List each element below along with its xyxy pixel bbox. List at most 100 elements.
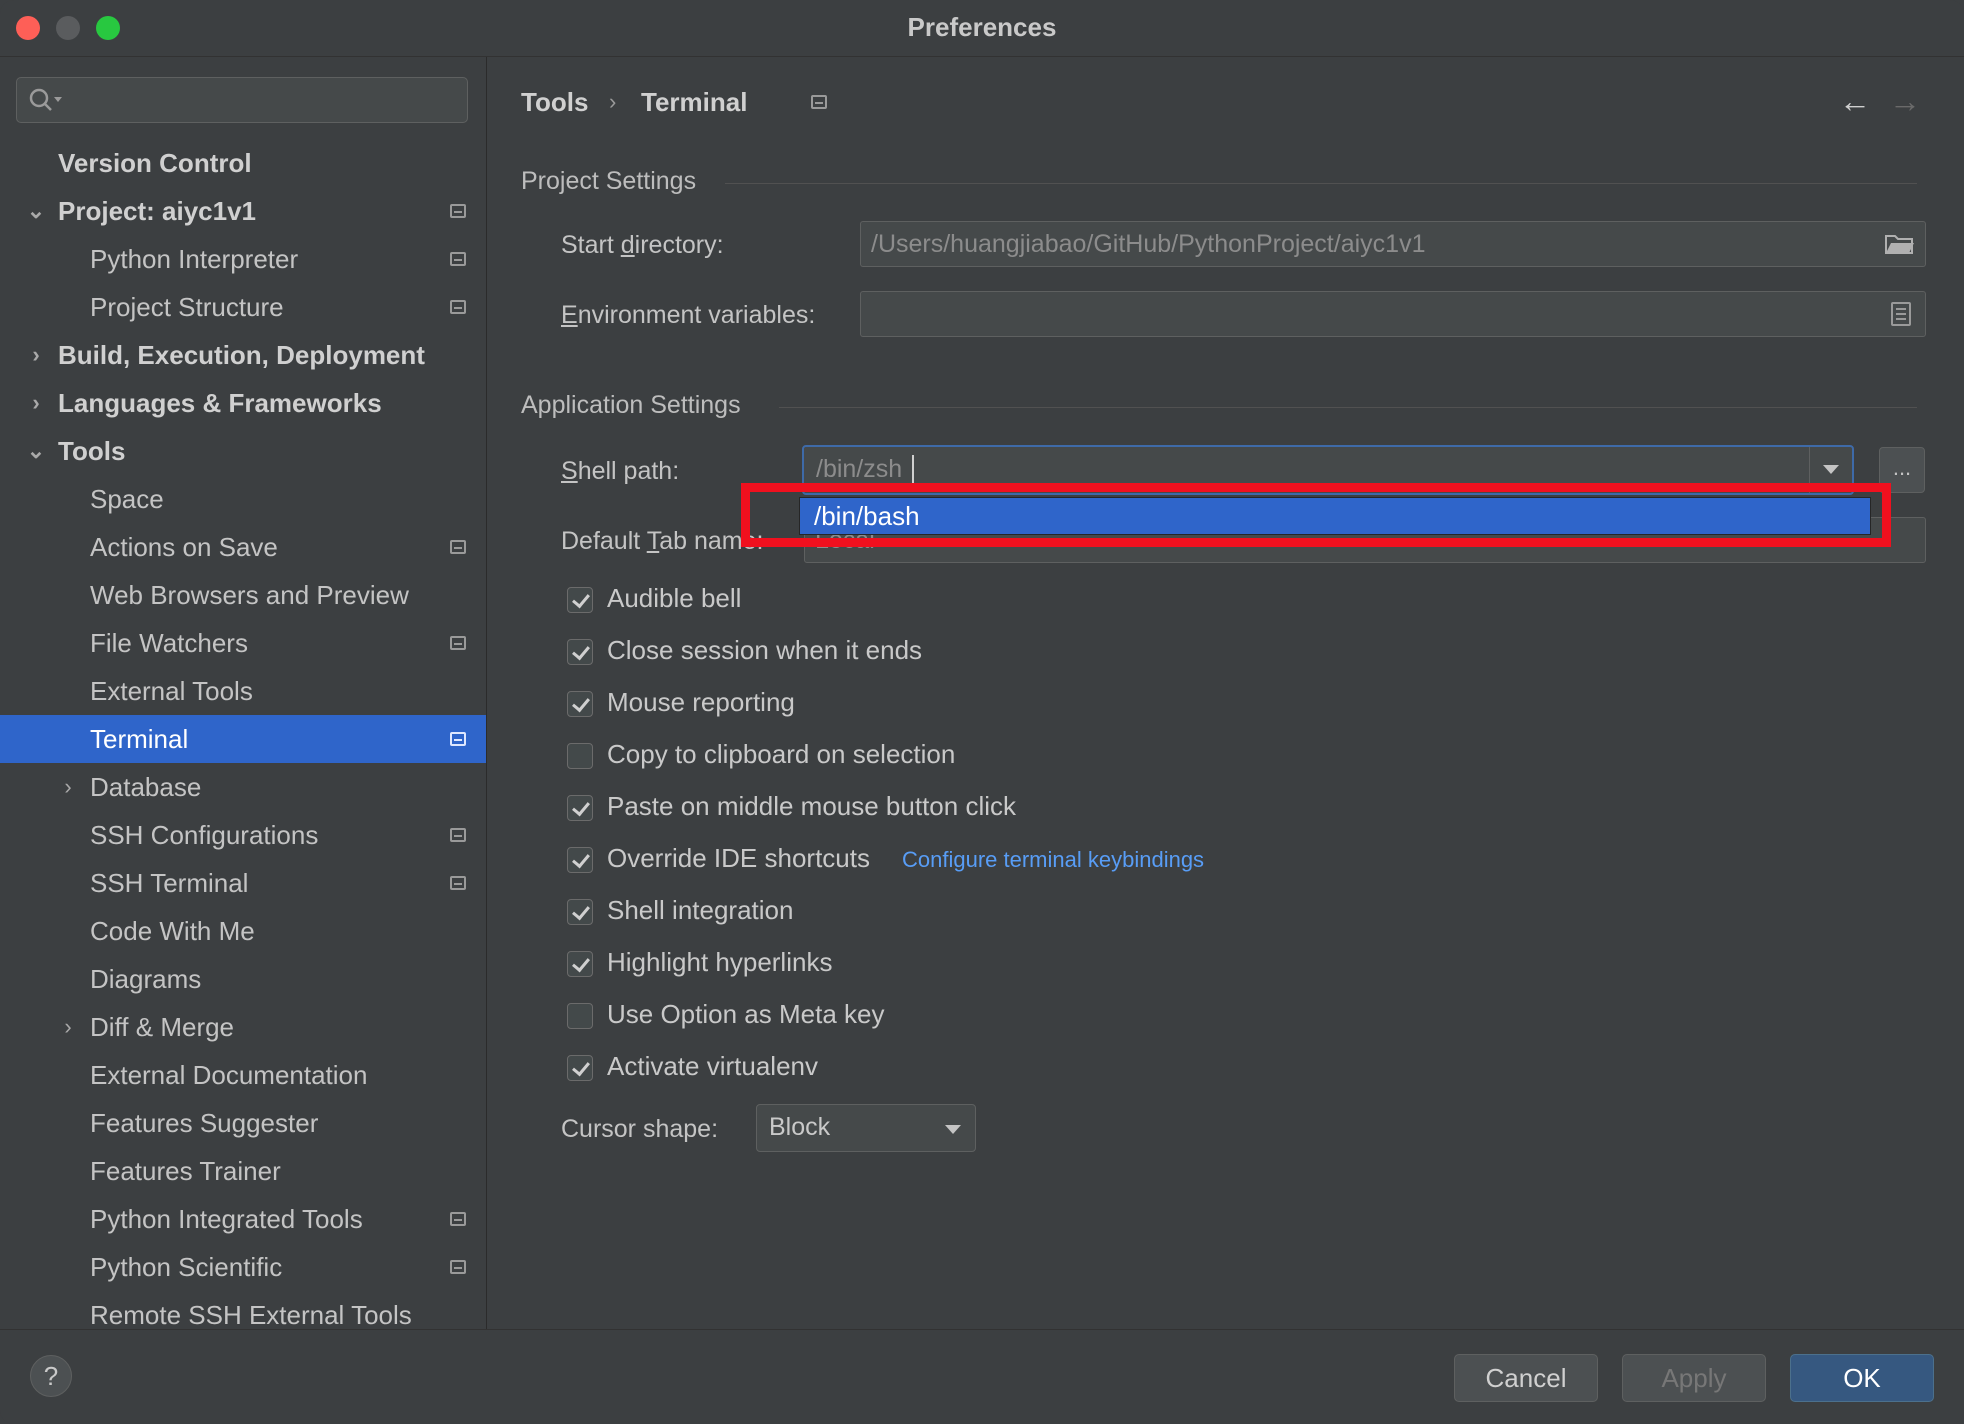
sidebar-item-label: Diagrams [90, 964, 202, 994]
sidebar-item-label: External Documentation [90, 1060, 368, 1090]
divider [725, 183, 1917, 184]
checkbox-label: Audible bell [607, 583, 742, 613]
cursor-shape-value: Block [769, 1113, 831, 1141]
sidebar-item-project[interactable]: ⌄ Project: aiyc1v1 [0, 187, 486, 235]
ok-button[interactable]: OK [1790, 1354, 1934, 1402]
breadcrumb-separator: › [609, 89, 617, 114]
checkbox-checked-icon[interactable] [567, 587, 593, 613]
settings-tree: Version Control ⌄ Project: aiyc1v1 Pytho… [0, 139, 486, 1329]
sidebar-item-diagrams[interactable]: Diagrams [0, 955, 486, 1003]
checkbox-label: Close session when it ends [607, 635, 923, 665]
project-scope-icon [450, 1260, 466, 1274]
checkbox-unchecked-icon[interactable] [567, 743, 593, 769]
text-cursor [912, 455, 914, 485]
sidebar-item-label: File Watchers [90, 628, 248, 658]
sidebar-item-terminal[interactable]: Terminal [0, 715, 486, 763]
application-settings-title: Application Settings [521, 391, 741, 419]
folder-icon[interactable] [1885, 233, 1915, 255]
sidebar-item-tools[interactable]: ⌄ Tools [0, 427, 486, 475]
project-scope-icon [450, 252, 466, 266]
chevron-right-icon[interactable]: › [58, 763, 78, 811]
sidebar-item-python-integrated-tools[interactable]: Python Integrated Tools [0, 1195, 486, 1243]
sidebar-item-space[interactable]: Space [0, 475, 486, 523]
sidebar-item-features-trainer[interactable]: Features Trainer [0, 1147, 486, 1195]
cursor-shape-select[interactable]: Block [756, 1104, 976, 1152]
breadcrumb-tools[interactable]: Tools [521, 87, 588, 118]
sidebar-item-label: Languages & Frameworks [58, 388, 382, 418]
checkbox-checked-icon[interactable] [567, 691, 593, 717]
sidebar-item-label: SSH Terminal [90, 868, 249, 898]
sidebar-item-label: Python Interpreter [90, 244, 299, 274]
project-scope-icon [450, 876, 466, 890]
sidebar-item-ssh-configurations[interactable]: SSH Configurations [0, 811, 486, 859]
checkbox-label: Paste on middle mouse button click [607, 791, 1016, 821]
checkbox-checked-icon[interactable] [567, 795, 593, 821]
sidebar-item-label: Python Scientific [90, 1252, 283, 1282]
sidebar-item-languages-frameworks[interactable]: › Languages & Frameworks [0, 379, 486, 427]
sidebar-item-python-scientific[interactable]: Python Scientific [0, 1243, 486, 1291]
checkbox-checked-icon[interactable] [567, 639, 593, 665]
forward-arrow-icon[interactable]: → [1889, 83, 1921, 120]
project-scope-icon [811, 95, 827, 109]
breadcrumb-terminal: Terminal [641, 87, 748, 117]
checkbox-checked-icon[interactable] [567, 951, 593, 977]
search-icon [29, 88, 62, 111]
checkbox-unchecked-icon[interactable] [567, 1003, 593, 1029]
settings-sidebar: Version Control ⌄ Project: aiyc1v1 Pytho… [0, 57, 487, 1329]
sidebar-item-external-tools[interactable]: External Tools [0, 667, 486, 715]
sidebar-item-label: Diff & Merge [90, 1012, 235, 1042]
checkbox-label: Highlight hyperlinks [607, 947, 833, 977]
sidebar-item-label: Build, Execution, Deployment [58, 340, 425, 370]
start-directory-field[interactable]: /Users/huangjiabao/GitHub/PythonProject/… [860, 221, 1926, 267]
chevron-right-icon[interactable]: › [26, 331, 46, 379]
cursor-shape-label: Cursor shape: [561, 1115, 719, 1143]
sidebar-item-ssh-terminal[interactable]: SSH Terminal [0, 859, 486, 907]
search-input[interactable] [16, 77, 468, 123]
sidebar-item-web-browsers[interactable]: Web Browsers and Preview [0, 571, 486, 619]
sidebar-item-project-structure[interactable]: Project Structure [0, 283, 486, 331]
sidebar-item-build-execution-deployment[interactable]: › Build, Execution, Deployment [0, 331, 486, 379]
sidebar-item-label: Features Suggester [90, 1108, 319, 1138]
title-bar: Preferences [0, 0, 1964, 57]
sidebar-item-remote-ssh-external-tools[interactable]: Remote SSH External Tools [0, 1291, 486, 1329]
sidebar-item-label: Code With Me [90, 916, 255, 946]
checkbox-checked-icon[interactable] [567, 847, 593, 873]
window-title: Preferences [907, 12, 1057, 42]
sidebar-item-version-control[interactable]: Version Control [0, 139, 486, 187]
sidebar-item-external-documentation[interactable]: External Documentation [0, 1051, 486, 1099]
checkbox-checked-icon[interactable] [567, 1055, 593, 1081]
sidebar-item-label: Features Trainer [90, 1156, 281, 1186]
cancel-button[interactable]: Cancel [1454, 1354, 1598, 1402]
sidebar-item-label: Space [90, 484, 164, 514]
sidebar-item-database[interactable]: › Database [0, 763, 486, 811]
chevron-down-icon[interactable]: ⌄ [26, 427, 46, 475]
checkbox-label: Copy to clipboard on selection [607, 739, 956, 769]
sidebar-item-file-watchers[interactable]: File Watchers [0, 619, 486, 667]
project-scope-icon [450, 1212, 466, 1226]
sidebar-item-code-with-me[interactable]: Code With Me [0, 907, 486, 955]
environment-variables-field[interactable] [860, 291, 1926, 337]
edit-variables-icon[interactable] [1891, 302, 1911, 326]
sidebar-item-label: Web Browsers and Preview [90, 580, 409, 610]
project-scope-icon [450, 828, 466, 842]
preferences-window: Preferences Version Control ⌄ Project: a… [0, 0, 1964, 1424]
chevron-down-icon[interactable]: ⌄ [26, 187, 46, 235]
checkbox-label: Mouse reporting [607, 687, 795, 717]
back-arrow-icon[interactable]: ← [1839, 83, 1871, 120]
sidebar-item-features-suggester[interactable]: Features Suggester [0, 1099, 486, 1147]
highlight-annotation-box [741, 483, 1891, 547]
apply-button[interactable]: Apply [1622, 1354, 1766, 1402]
dialog-footer: ? Cancel Apply OK [0, 1329, 1964, 1424]
configure-keybindings-link[interactable]: Configure terminal keybindings [902, 847, 1204, 873]
help-button[interactable]: ? [30, 1355, 72, 1397]
chevron-right-icon[interactable]: › [26, 379, 46, 427]
chevron-right-icon[interactable]: › [58, 1003, 78, 1051]
environment-variables-label: Environment variables: [561, 301, 816, 329]
checkbox-checked-icon[interactable] [567, 899, 593, 925]
sidebar-item-label: SSH Configurations [90, 820, 319, 850]
sidebar-item-python-interpreter[interactable]: Python Interpreter [0, 235, 486, 283]
checkbox-label: Use Option as Meta key [607, 999, 885, 1029]
project-scope-icon [450, 732, 466, 746]
sidebar-item-actions-on-save[interactable]: Actions on Save [0, 523, 486, 571]
sidebar-item-diff-merge[interactable]: › Diff & Merge [0, 1003, 486, 1051]
